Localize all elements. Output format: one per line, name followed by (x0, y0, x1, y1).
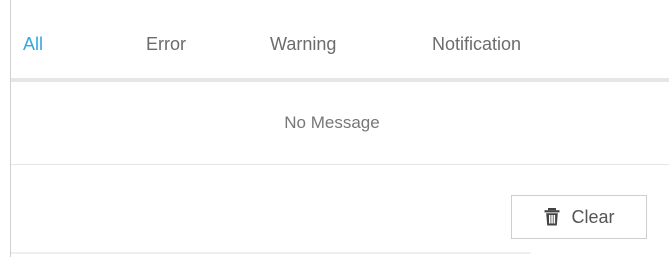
tab-error[interactable]: Error (146, 34, 186, 55)
message-panel: All Error Warning Notification No Messag… (0, 0, 669, 257)
message-filter-tabs: All Error Warning Notification (11, 0, 669, 78)
message-list: No Message (11, 82, 669, 164)
trash-icon (543, 207, 561, 227)
tab-notification[interactable]: Notification (432, 34, 521, 55)
clear-button[interactable]: Clear (511, 195, 647, 239)
tab-warning[interactable]: Warning (270, 34, 336, 55)
empty-message-text: No Message (284, 113, 380, 132)
clear-button-label: Clear (571, 206, 615, 227)
bottom-divider (11, 252, 531, 254)
tab-all[interactable]: All (23, 34, 43, 55)
message-divider (11, 164, 669, 165)
